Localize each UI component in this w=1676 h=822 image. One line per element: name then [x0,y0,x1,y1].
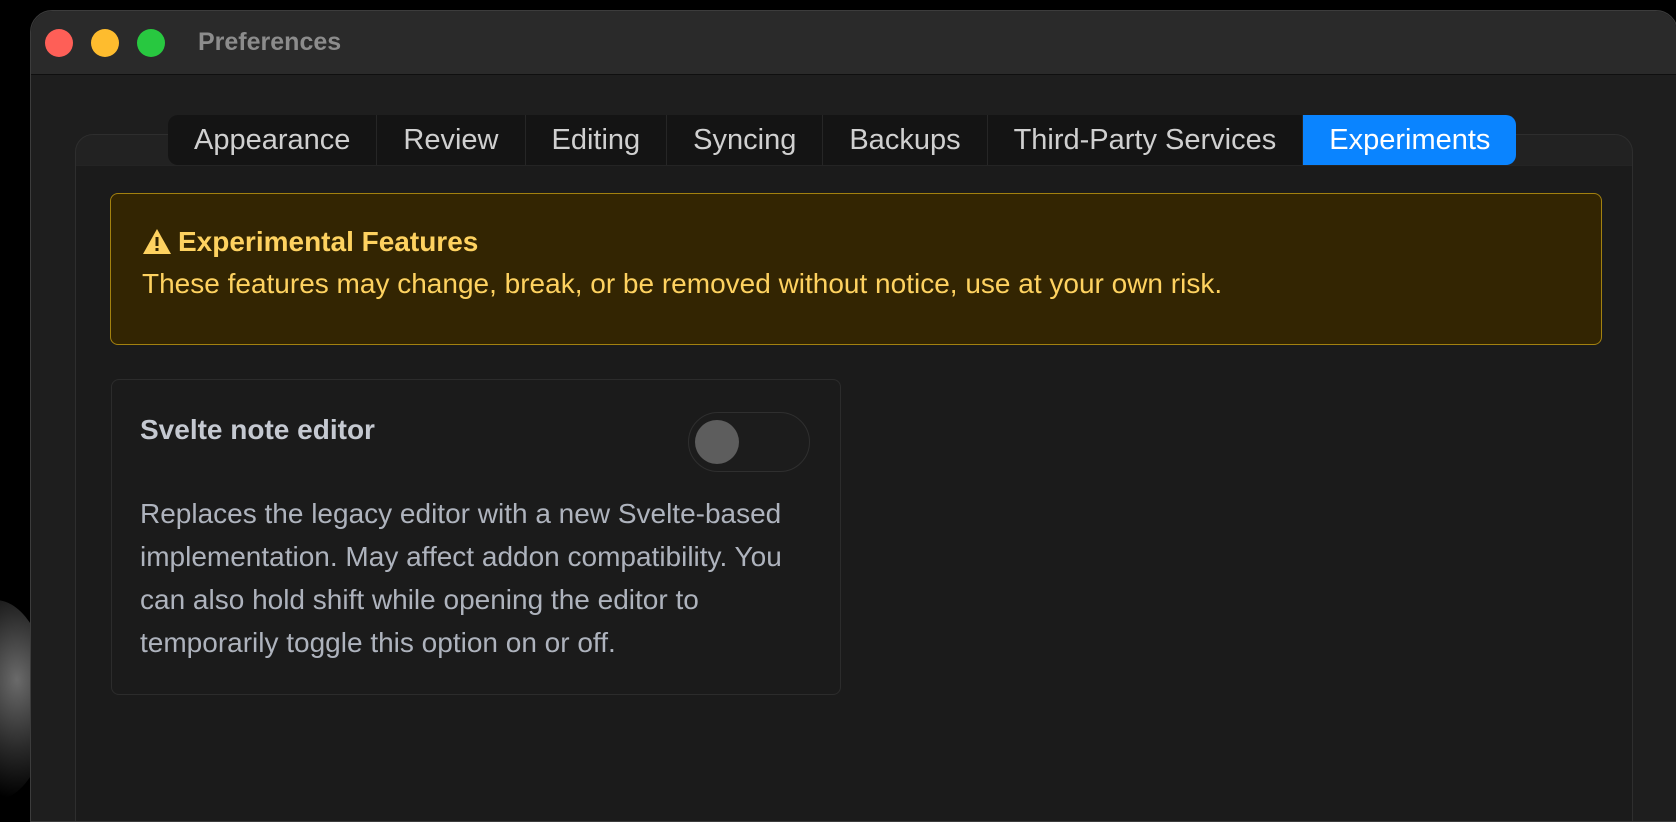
tab-editing[interactable]: Editing [526,115,668,165]
minimize-window-button[interactable] [91,29,119,57]
warning-icon [143,229,171,254]
svelte-editor-setting-card: Svelte note editor Replaces the legacy e… [111,379,841,695]
banner-heading: Experimental Features [142,226,1570,258]
tab-review[interactable]: Review [377,115,526,165]
preferences-window: Preferences Appearance Review Editing Sy… [30,10,1676,822]
close-window-button[interactable] [45,29,73,57]
banner-message: These features may change, break, or be … [142,268,1223,299]
tab-syncing[interactable]: Syncing [667,115,824,165]
setting-description: Replaces the legacy editor with a new Sv… [140,498,782,658]
tab-third-party-services[interactable]: Third-Party Services [988,115,1304,165]
tab-experiments[interactable]: Experiments [1303,115,1517,165]
experimental-warning-banner: Experimental Features These features may… [110,193,1602,345]
svelte-editor-toggle[interactable] [688,412,810,472]
title-bar[interactable]: Preferences [31,11,1676,75]
tab-appearance[interactable]: Appearance [168,115,378,165]
tab-bar: Appearance Review Editing Syncing Backup… [168,115,1517,165]
banner-title: Experimental Features [178,226,479,257]
tab-backups[interactable]: Backups [823,115,988,165]
toggle-knob [695,420,739,464]
window-title: Preferences [198,28,342,56]
zoom-window-button[interactable] [137,29,165,57]
setting-title: Svelte note editor [140,414,375,445]
